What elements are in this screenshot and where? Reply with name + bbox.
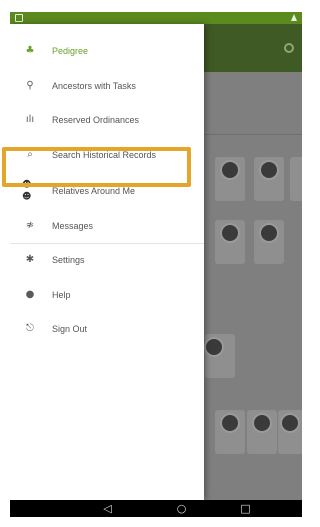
person-avatar — [280, 413, 300, 433]
help-icon: ● — [25, 289, 35, 300]
sign-out-icon: ⎋ — [26, 323, 34, 334]
android-nav-bar: ◁ ○ □ — [10, 500, 302, 517]
person-avatar — [220, 413, 240, 433]
menu-item-messages[interactable]: ≉ Messages — [10, 209, 204, 243]
menu-item-label: Ancestors with Tasks — [52, 81, 136, 91]
menu-item-ancestors-with-tasks[interactable]: ⚲ Ancestors with Tasks — [10, 69, 204, 103]
menu-item-label: Reserved Ordinances — [52, 115, 140, 125]
tree-connector — [204, 134, 302, 135]
bar-chart-icon: ılı — [25, 114, 35, 125]
phone-screen: ◁ ○ □ ♣ Pedigree ⚲ Ancestors with Tasks … — [10, 12, 302, 517]
signal-icon — [291, 14, 297, 21]
menu-item-label: Settings — [52, 255, 85, 265]
back-icon[interactable]: ◁ — [101, 502, 114, 515]
menu-item-help[interactable]: ● Help — [10, 278, 204, 312]
search-icon[interactable] — [284, 43, 294, 53]
menu-item-label: Messages — [52, 221, 94, 231]
person-avatar — [259, 160, 279, 180]
menu-item-label: Help — [52, 290, 71, 300]
status-bar — [10, 12, 302, 24]
menu-item-label: Pedigree — [52, 46, 89, 56]
menu-item-label: Sign Out — [52, 324, 88, 334]
person-avatar — [252, 413, 272, 433]
menu-item-label: Relatives Around Me — [52, 186, 136, 196]
menu-item-sign-out[interactable]: ⎋ Sign Out — [10, 312, 204, 346]
recents-icon[interactable]: □ — [239, 502, 252, 515]
home-icon[interactable]: ○ — [175, 502, 188, 515]
tasks-icon: ⚲ — [26, 80, 34, 91]
menu-item-settings[interactable]: ✱ Settings — [10, 243, 204, 277]
highlight-box — [2, 147, 191, 187]
person-avatar — [220, 160, 240, 180]
person-avatar — [204, 337, 224, 357]
menu-item-reserved-ordinances[interactable]: ılı Reserved Ordinances — [10, 103, 204, 137]
person-avatar — [259, 223, 279, 243]
person-avatar — [220, 223, 240, 243]
person-card — [290, 157, 302, 201]
notification-icon — [15, 14, 23, 22]
gear-icon: ✱ — [25, 254, 35, 265]
tree-icon: ♣ — [25, 45, 35, 56]
navigation-drawer: ♣ Pedigree ⚲ Ancestors with Tasks ılı Re… — [10, 24, 204, 500]
messages-icon: ≉ — [25, 220, 35, 231]
menu-item-pedigree[interactable]: ♣ Pedigree — [10, 34, 204, 68]
